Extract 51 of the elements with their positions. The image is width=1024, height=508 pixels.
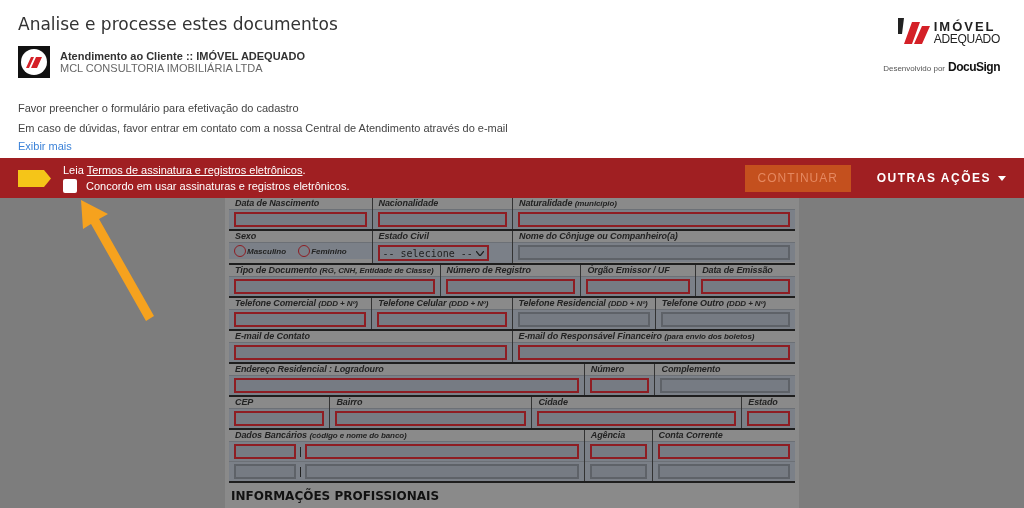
powered-by-label: Desenvolvido por (883, 64, 945, 73)
input-field[interactable] (335, 411, 527, 426)
input-field[interactable] (234, 312, 367, 327)
input-field[interactable] (589, 464, 647, 479)
message-text: Favor preencher o formulário para efetivação do cadastro (18, 102, 300, 114)
sender-company: MCL CONSULTORIA IMOBILIÁRIA LTDA (60, 62, 264, 74)
agree-checkbox[interactable] (63, 178, 77, 193)
sender-name: Atendimento ao Cliente :: IMÓVEL ADEQUADO (60, 50, 306, 62)
docusign-logo: DocuSign (948, 60, 1000, 74)
input-field[interactable] (589, 378, 650, 393)
input-field[interactable] (234, 378, 579, 393)
section-heading: INFORMAÇÕES PROFISSIONAIS (230, 487, 441, 503)
input-field[interactable] (517, 345, 790, 360)
input-field[interactable] (537, 411, 737, 426)
input-field[interactable] (589, 444, 647, 459)
input-field[interactable] (234, 444, 296, 459)
radio-option[interactable]: Feminino (298, 245, 347, 257)
consent-text: Leia Termos de assinatura e registros eletrônicos. (63, 163, 307, 176)
input-field[interactable] (657, 464, 790, 479)
sender-logo (18, 46, 50, 78)
input-field[interactable] (377, 312, 507, 327)
input-field[interactable] (701, 279, 790, 294)
input-field[interactable] (305, 444, 579, 459)
other-actions-button[interactable]: OUTRAS AÇÕES (876, 171, 1006, 185)
brand-name: IMÓVEL (933, 21, 997, 33)
chevron-down-icon (475, 250, 484, 256)
input-field[interactable] (234, 279, 435, 294)
agree-label: Concordo em usar assinaturas e registros eletrônicos. (86, 179, 350, 192)
input-field[interactable] (234, 411, 325, 426)
caret-icon (998, 175, 1006, 181)
input-field[interactable] (657, 444, 790, 459)
input-field[interactable] (377, 212, 507, 227)
show-more-link[interactable]: Exibir mais (18, 140, 508, 152)
tag-icon (18, 169, 51, 187)
radio-option[interactable]: Masculino (234, 245, 287, 257)
input-field[interactable] (518, 212, 790, 227)
input-field[interactable] (660, 312, 790, 327)
page-title: Analise e processe estes documentos (18, 14, 339, 34)
select-field[interactable]: -- selecione -- (377, 245, 489, 261)
input-field[interactable] (660, 378, 790, 393)
input-field[interactable] (518, 245, 790, 260)
brand-name: ADEQUADO (933, 33, 1000, 45)
input-field[interactable] (234, 345, 507, 360)
input-field[interactable] (747, 411, 790, 426)
input-field[interactable] (234, 464, 296, 479)
input-field[interactable] (517, 312, 650, 327)
input-field[interactable] (305, 464, 579, 479)
input-field[interactable] (586, 279, 691, 294)
input-field[interactable] (234, 212, 367, 227)
message-text: Em caso de dúvidas, favor entrar em contato com a nossa Central de Atendimento através do e-mail (18, 122, 508, 134)
input-field[interactable] (445, 279, 576, 294)
